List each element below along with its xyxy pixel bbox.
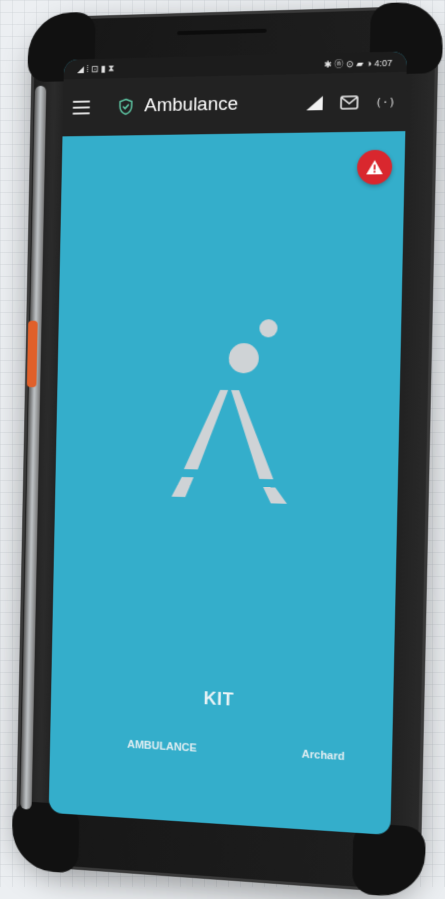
phone-device: ◢ ⁞ ⊡ ▮ ⧗ ✱ ⓝ ⊙ ▰ ◑ 4:07 Ambulance (15, 5, 439, 894)
app-logo (151, 318, 305, 521)
brand-kit-label: KIT (51, 681, 393, 719)
app-title: Ambulance (144, 93, 290, 118)
radio-icon[interactable]: (·) (375, 95, 396, 109)
screen: ◢ ⁞ ⊡ ▮ ⧗ ✱ ⓝ ⊙ ▰ ◑ 4:07 Ambulance (49, 51, 407, 835)
app-bar: Ambulance (·) (62, 72, 406, 137)
status-left-icons: ◢ ⁞ ⊡ ▮ ⧗ (77, 63, 114, 75)
ptt-side-key[interactable] (27, 321, 38, 388)
bumper-bottom-right (352, 823, 426, 899)
signal-icon[interactable] (305, 95, 324, 112)
alert-button[interactable] (357, 150, 393, 185)
status-right-icons: ✱ ⓝ ⊙ ▰ ◑ 4:07 (324, 55, 392, 70)
phone-body: ◢ ⁞ ⊡ ▮ ⧗ ✱ ⓝ ⊙ ▰ ◑ 4:07 Ambulance (15, 5, 439, 894)
menu-icon[interactable] (73, 101, 91, 115)
alert-triangle-icon (365, 159, 384, 176)
scene: ◢ ⁞ ⊡ ▮ ⧗ ✱ ⓝ ⊙ ▰ ◑ 4:07 Ambulance (0, 0, 445, 887)
shield-check-icon (117, 98, 135, 116)
archard-label: Archard (302, 749, 345, 764)
side-rail (20, 86, 46, 810)
brand-row: AMBULANCE Archard (50, 734, 392, 765)
earpiece-speaker (177, 29, 267, 35)
ambulance-label: AMBULANCE (127, 739, 197, 755)
mail-icon[interactable] (340, 95, 359, 110)
